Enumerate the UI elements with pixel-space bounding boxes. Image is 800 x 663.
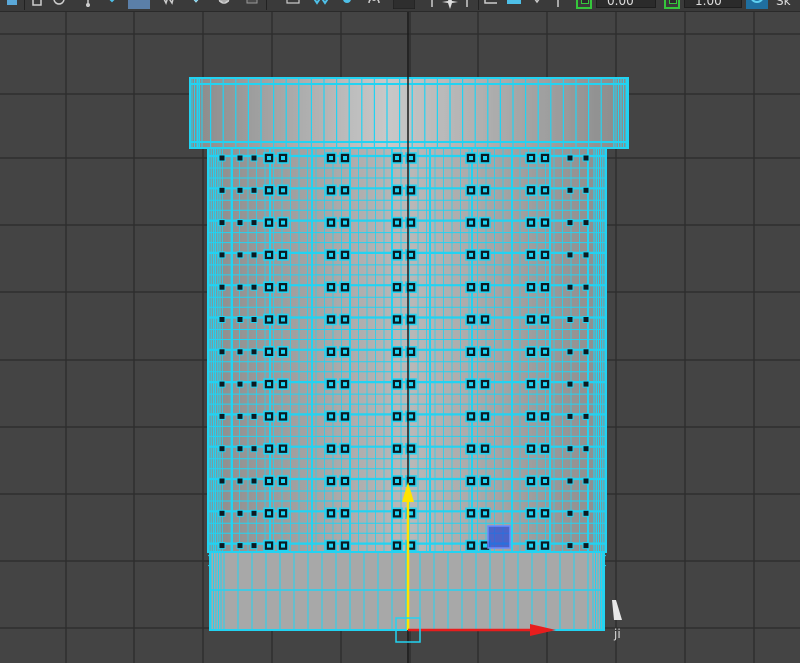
viewport-toolbar: 0.00 1.00 Sk bbox=[0, 0, 800, 12]
wireframe-on-shaded-icon[interactable] bbox=[393, 0, 415, 9]
lock-camera-icon[interactable] bbox=[30, 0, 44, 9]
xray-icon[interactable] bbox=[340, 0, 354, 9]
view-transform-label[interactable]: Sk bbox=[776, 0, 791, 9]
texture-icon[interactable] bbox=[188, 0, 204, 9]
color-manage-icon[interactable] bbox=[746, 0, 768, 9]
resolution-gate-icon[interactable] bbox=[426, 0, 438, 9]
gate-mask-icon[interactable] bbox=[442, 0, 458, 9]
view-axis-indicator bbox=[612, 600, 622, 620]
maya-viewport-window: 0.00 1.00 Sk ji bbox=[0, 0, 800, 663]
gamma-field[interactable]: 1.00 bbox=[684, 0, 742, 8]
ambient-occlusion-icon[interactable] bbox=[244, 0, 260, 9]
shadow-icon[interactable] bbox=[216, 0, 232, 9]
perspective-viewport[interactable]: ji bbox=[0, 12, 800, 663]
image-plane-icon[interactable] bbox=[82, 0, 94, 9]
exposure-icon[interactable] bbox=[576, 0, 592, 9]
isolate-icon[interactable] bbox=[312, 0, 330, 9]
grease-pencil-icon[interactable] bbox=[552, 0, 564, 9]
xray-joints-icon[interactable] bbox=[366, 0, 382, 9]
grid-icon[interactable] bbox=[286, 0, 300, 9]
pan-zoom-icon[interactable] bbox=[530, 0, 544, 9]
corner-label: ji bbox=[614, 627, 621, 641]
gamma-icon[interactable] bbox=[664, 0, 680, 9]
safe-title-icon[interactable] bbox=[506, 0, 522, 9]
field-chart-icon[interactable] bbox=[462, 0, 472, 9]
bookmark-icon[interactable] bbox=[52, 0, 66, 9]
lighting-icon[interactable] bbox=[160, 0, 176, 9]
select-camera-icon[interactable] bbox=[5, 0, 19, 9]
exposure-field[interactable]: 0.00 bbox=[596, 0, 656, 8]
safe-action-icon[interactable] bbox=[484, 0, 498, 9]
cube-wire-icon[interactable] bbox=[104, 0, 120, 9]
cube-shaded-icon[interactable] bbox=[128, 0, 150, 9]
viewport-scene[interactable] bbox=[0, 12, 800, 663]
